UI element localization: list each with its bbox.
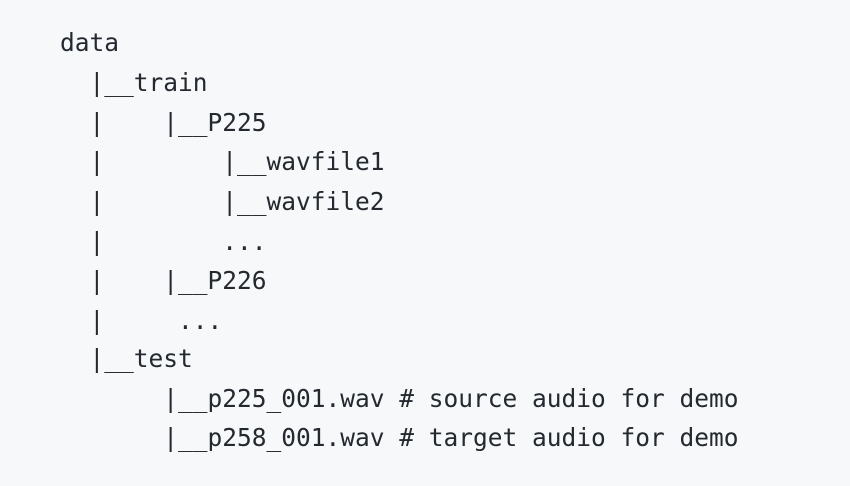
code-line-wavfile1: | |__wavfile1	[60, 147, 385, 176]
code-line-train-ellipsis: | ...	[60, 306, 223, 335]
code-line-data-root: data	[60, 28, 120, 57]
code-block: data |__train | |__P225 | |__wavfile1 | …	[0, 0, 850, 486]
code-line-target-wav: |__p258_001.wav # target audio for demo	[60, 423, 739, 452]
code-line-test-dir: |__test	[60, 344, 193, 373]
code-line-p225-dir: | |__P225	[60, 108, 267, 137]
code-line-source-wav: |__p225_001.wav # source audio for demo	[60, 384, 739, 413]
code-line-wavfile2: | |__wavfile2	[60, 187, 385, 216]
code-line-p226-dir: | |__P226	[60, 266, 267, 295]
code-line-p225-ellipsis: | ...	[60, 227, 267, 256]
code-line-train-dir: |__train	[60, 68, 208, 97]
